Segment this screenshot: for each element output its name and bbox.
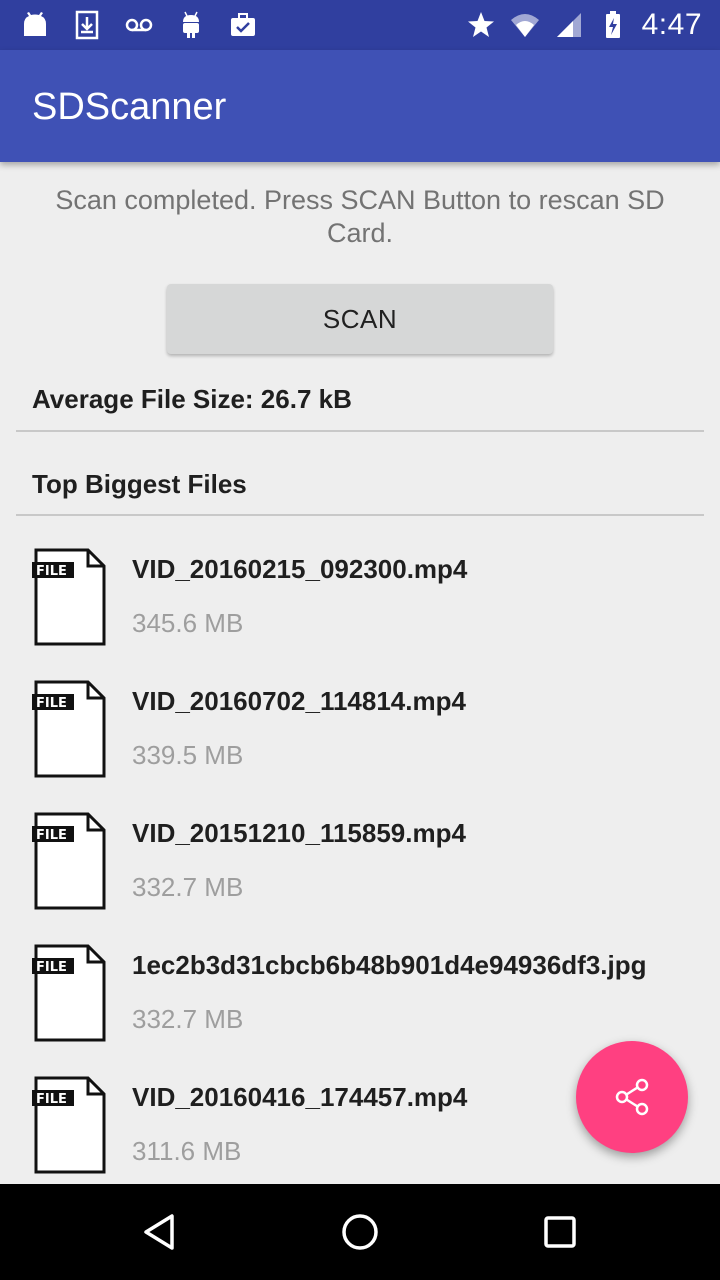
star-icon — [467, 12, 494, 37]
file-icon: FILE — [32, 812, 106, 910]
file-icon: FILE — [32, 1076, 106, 1174]
svg-text:FILE: FILE — [36, 564, 67, 579]
share-fab-button[interactable] — [576, 1041, 688, 1153]
file-name: 1ec2b3d31cbcb6b48b901d4e94936df3.jpg — [132, 950, 647, 980]
main-content[interactable]: Scan completed. Press SCAN Button to res… — [0, 162, 720, 1184]
file-name: VID_20151210_115859.mp4 — [132, 818, 466, 848]
file-size: 332.7 MB — [132, 1004, 244, 1034]
svg-text:FILE: FILE — [36, 960, 67, 975]
svg-text:FILE: FILE — [36, 828, 67, 843]
recent-apps-button[interactable] — [532, 1204, 588, 1260]
status-bar: 4:47 — [0, 0, 720, 50]
navigation-bar — [0, 1184, 720, 1280]
download-icon — [75, 10, 99, 40]
clock: 4:47 — [641, 8, 702, 41]
file-size: 332.7 MB — [132, 872, 244, 902]
recent-apps-icon — [544, 1216, 576, 1248]
file-name: VID_20160215_092300.mp4 — [132, 554, 468, 584]
list-item[interactable]: FILE 1ec2b3d31cbcb6b48b901d4e94936df3.jp… — [0, 928, 720, 1060]
divider — [16, 430, 704, 432]
file-size: 311.6 MB — [132, 1136, 242, 1166]
file-icon: FILE — [32, 548, 106, 646]
list-item[interactable]: FILE VID_20160215_092300.mp4 345.6 MB — [0, 532, 720, 664]
section-title-top-files: Top Biggest Files — [32, 469, 247, 499]
share-icon — [615, 1078, 649, 1116]
voicemail-icon — [125, 18, 153, 32]
briefcase-check-icon — [231, 13, 255, 36]
average-file-size: Average File Size: 26.7 kB — [32, 384, 352, 414]
divider — [16, 514, 704, 516]
wifi-icon — [510, 14, 539, 37]
scan-status-message: Scan completed. Press SCAN Button to res… — [55, 185, 665, 248]
signal-icon — [556, 13, 581, 37]
back-button[interactable] — [132, 1204, 188, 1260]
scan-button[interactable]: SCAN — [167, 284, 553, 354]
app-title: SDScanner — [32, 86, 227, 128]
list-item[interactable]: FILE VID_20151210_115859.mp4 332.7 MB — [0, 796, 720, 928]
file-icon: FILE — [32, 680, 106, 778]
file-name: VID_20160702_114814.mp4 — [132, 686, 466, 716]
android-icon — [183, 11, 199, 38]
file-icon: FILE — [32, 944, 106, 1042]
home-icon — [342, 1214, 378, 1250]
list-item[interactable]: FILE VID_20160702_114814.mp4 339.5 MB — [0, 664, 720, 796]
file-name: VID_20160416_174457.mp4 — [132, 1082, 468, 1112]
app-bar: SDScanner — [0, 50, 720, 162]
system-icons: 4:47 — [466, 8, 702, 42]
svg-text:FILE: FILE — [36, 696, 67, 711]
file-size: 339.5 MB — [132, 740, 244, 770]
battery-charging-icon — [605, 11, 620, 38]
home-button[interactable] — [332, 1204, 388, 1260]
notification-icons — [20, 8, 258, 42]
file-size: 345.6 MB — [132, 608, 244, 638]
svg-text:FILE: FILE — [36, 1092, 67, 1107]
back-icon — [144, 1214, 174, 1250]
android-alert-icon — [24, 12, 46, 36]
